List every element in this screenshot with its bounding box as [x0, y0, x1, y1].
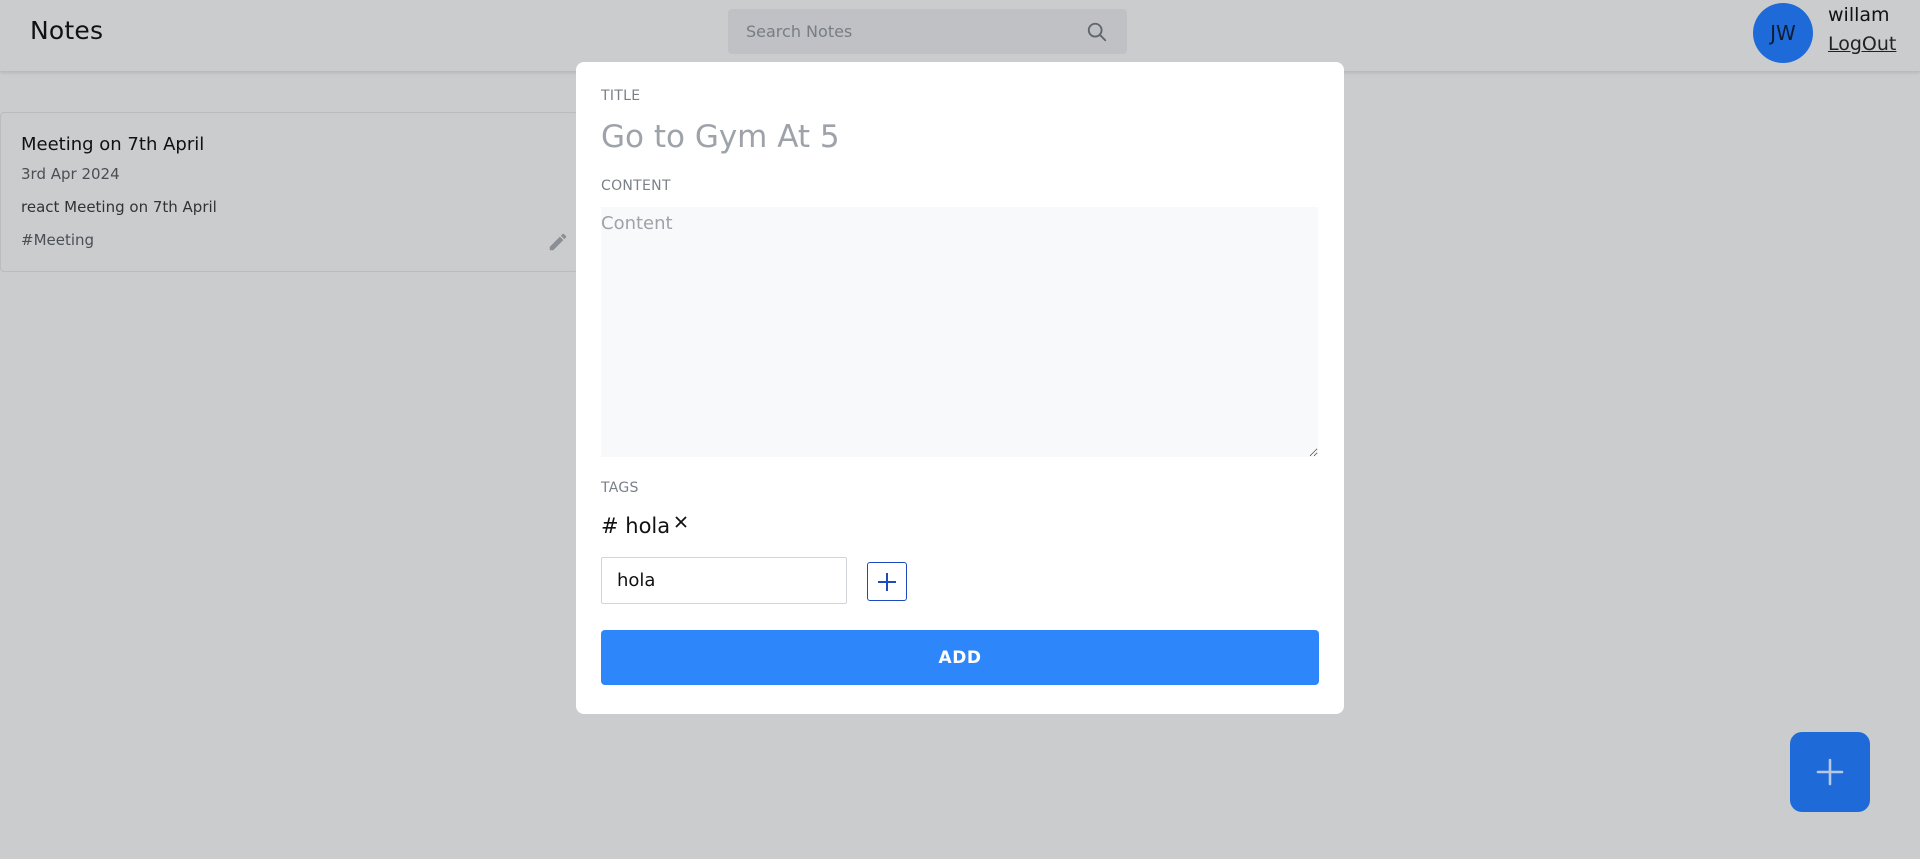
- note-date: 3rd Apr 2024: [21, 165, 120, 183]
- content-label: CONTENT: [601, 178, 671, 194]
- note-content: react Meeting on 7th April: [21, 198, 217, 216]
- tag-input[interactable]: [601, 557, 847, 604]
- tags-label: TAGS: [601, 480, 639, 496]
- note-title: Meeting on 7th April: [21, 134, 205, 155]
- new-note-button[interactable]: [1790, 732, 1870, 812]
- search-input[interactable]: [746, 9, 1076, 54]
- note-card[interactable]: Meeting on 7th April 3rd Apr 2024 react …: [0, 112, 578, 272]
- note-tags: #Meeting: [21, 231, 95, 249]
- title-label: TITLE: [601, 88, 641, 104]
- title-input[interactable]: [601, 114, 1301, 160]
- plus-icon: [1816, 758, 1844, 786]
- pencil-icon[interactable]: [547, 231, 569, 253]
- search-icon[interactable]: [1086, 21, 1108, 43]
- add-button[interactable]: ADD: [601, 630, 1319, 685]
- add-note-modal: TITLE CONTENT TAGS # hola ADD: [576, 62, 1344, 714]
- plus-icon: [878, 572, 896, 591]
- search-box: [728, 9, 1127, 54]
- app-title: Notes: [30, 16, 104, 45]
- add-tag-button[interactable]: [867, 562, 907, 601]
- tag-chip-label: # hola: [601, 514, 671, 538]
- user-name: willam: [1828, 4, 1890, 26]
- navbar: Notes JW willam LogOut: [0, 0, 1920, 71]
- avatar: JW: [1753, 3, 1813, 63]
- content-textarea[interactable]: [601, 207, 1318, 457]
- logout-link[interactable]: LogOut: [1828, 33, 1896, 55]
- tag-chip: # hola: [601, 514, 689, 538]
- close-icon[interactable]: [673, 514, 689, 530]
